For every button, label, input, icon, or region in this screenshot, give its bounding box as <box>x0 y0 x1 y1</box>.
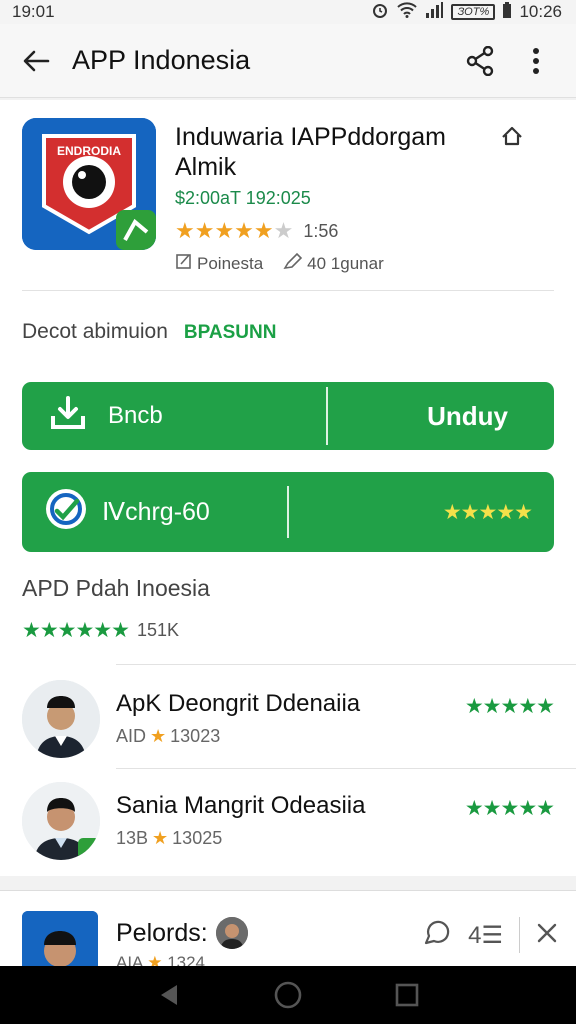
review-item[interactable]: ApK Deongrit Ddenaiia AID ★ 13023 ★★★★★ <box>0 670 576 770</box>
download-button[interactable]: Bncb Unduy <box>22 382 554 450</box>
avatar <box>22 680 100 758</box>
wifi-icon <box>397 1 418 23</box>
users-info: 40 1gunar <box>283 252 384 275</box>
section-rating: ★★★★★★ 151K <box>22 618 179 643</box>
reviews-section-title: APD Pdah Inoesia <box>22 575 210 601</box>
download-right-label[interactable]: Unduy <box>328 401 554 432</box>
update-label: Ⅳchrg-60 <box>102 498 210 526</box>
bottom-title-text: Pelords: <box>116 918 208 947</box>
status-clock: 10:26 <box>519 2 562 21</box>
review-meta-prefix: 13B <box>116 828 149 848</box>
more-vert-icon[interactable] <box>514 39 558 83</box>
close-icon[interactable] <box>536 922 558 949</box>
page-title: APP Indonesia <box>72 45 251 75</box>
review-meta-value: 13025 <box>172 828 223 848</box>
app-name: Induwaria IAPPddorgam Almik <box>175 123 446 181</box>
download-icon <box>50 395 86 437</box>
description-label: Decot abimuion <box>22 320 168 343</box>
star-icon: ★ <box>150 726 167 746</box>
divider <box>116 664 576 665</box>
bottom-count: 4☰ <box>468 921 503 949</box>
home-nav-icon[interactable] <box>266 973 310 1017</box>
recents-nav-icon[interactable] <box>385 973 429 1017</box>
download-button-left[interactable]: Bncb <box>22 395 326 437</box>
review-item[interactable]: Sania Mangrit Odeasiia 13B ★ 13025 ★★★★★ <box>0 772 576 872</box>
rating-stars: ★★★★★★ <box>175 218 294 243</box>
info-row: Poinesta 40 1gunar <box>175 252 384 275</box>
review-meta-prefix: AID <box>116 726 147 746</box>
app-icon <box>22 118 156 250</box>
status-bar: 19:01 ЗОТ% 10:26 <box>0 0 576 24</box>
section-stars: ★★★★★★ <box>22 619 130 642</box>
app-icon-text: ENDRODIA <box>56 144 121 158</box>
bottom-card[interactable]: Pelords: AIA ★ 1324 4☰ <box>0 890 576 968</box>
pen-icon <box>283 252 303 275</box>
status-time: 19:01 <box>12 2 55 21</box>
system-nav-bar <box>0 966 576 1024</box>
battery-icon <box>503 1 512 23</box>
bottom-title: Pelords: <box>116 917 248 949</box>
section-rating-count: 151K <box>136 620 180 640</box>
star-icon: ★ <box>152 828 169 848</box>
battery-indicator: ЗОТ% <box>451 4 496 20</box>
app-meta: $2:00aT 192:025 <box>175 188 311 208</box>
review-meta: AID ★ 13023 <box>116 726 220 747</box>
edit-icon <box>175 252 193 275</box>
divider <box>22 290 554 291</box>
review-meta: 13B ★ 13025 <box>116 828 222 849</box>
back-nav-icon[interactable] <box>147 973 191 1017</box>
description-accent[interactable]: BPASUNN <box>184 322 277 344</box>
description-row: Decot abimuion BPASUNN <box>22 320 276 344</box>
publisher-info: Poinesta <box>175 252 263 275</box>
rating-count: 1:56 <box>303 220 339 241</box>
alarm-icon <box>371 1 389 24</box>
publisher-name: Poinesta <box>197 253 264 273</box>
review-stars: ★★★★★ <box>464 797 555 820</box>
update-button[interactable]: Ⅳchrg-60 ★★★★★ <box>22 472 554 552</box>
download-left-label: Bncb <box>108 402 163 429</box>
review-meta-value: 13023 <box>170 726 221 746</box>
avatar <box>215 917 248 949</box>
update-button-left[interactable]: Ⅳchrg-60 <box>22 487 287 538</box>
update-stars: ★★★★★ <box>442 500 533 524</box>
home-icon[interactable] <box>500 124 524 153</box>
app-bar: APP Indonesia <box>0 24 576 98</box>
review-author: ApK Deongrit Ddenaiia <box>116 690 361 717</box>
users-count: 40 1gunar <box>307 253 384 273</box>
avatar <box>22 782 100 860</box>
comment-icon[interactable] <box>422 919 452 952</box>
share-icon[interactable] <box>458 39 502 83</box>
rating-row: ★★★★★★ 1:56 <box>175 218 338 244</box>
divider <box>116 768 576 769</box>
signal-icon <box>425 1 444 23</box>
bottom-thumbnail <box>22 911 98 968</box>
app-detail-card: ENDRODIA Induwaria IAPPddorgam Almik $2:… <box>0 100 576 876</box>
status-icons: ЗОТ% 10:26 <box>371 1 562 24</box>
divider <box>519 917 520 953</box>
back-arrow-icon[interactable] <box>18 43 54 79</box>
update-icon <box>44 487 88 538</box>
review-stars: ★★★★★ <box>464 695 555 718</box>
bottom-actions: 4☰ <box>422 917 558 953</box>
review-author: Sania Mangrit Odeasiia <box>116 792 366 819</box>
